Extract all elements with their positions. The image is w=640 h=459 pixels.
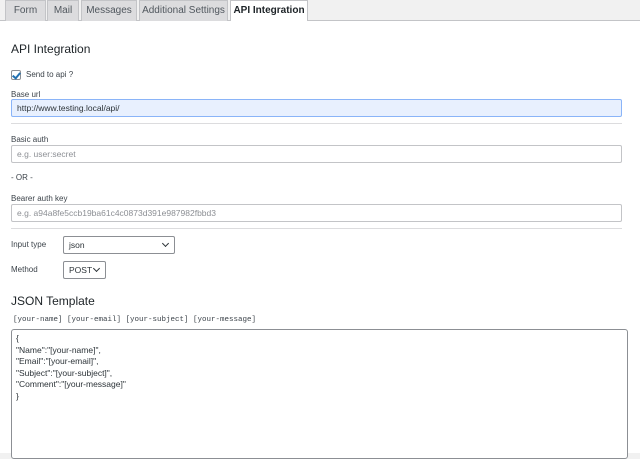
basic-auth-input[interactable] [11,145,622,163]
base-url-label: Base url [11,90,41,99]
json-template-title: JSON Template [11,294,95,308]
tab-api-integration[interactable]: API Integration [230,0,308,22]
send-to-api-checkbox[interactable] [11,70,21,80]
bearer-auth-label: Bearer auth key [11,194,68,203]
send-to-api-label: Send to api ? [26,70,74,79]
section-title: API Integration [11,42,91,56]
code-line: "Name":"[your-name]", [16,344,101,355]
input-type-select[interactable]: json [63,236,175,254]
code-line: "Subject":"[your-subject]", [16,367,113,378]
code-line: { [16,333,19,343]
divider [11,228,622,229]
or-separator: - OR - [11,173,33,182]
tab-mail[interactable]: Mail [47,0,79,21]
chevron-down-icon [161,239,170,248]
code-line: } [16,390,19,401]
input-type-value: json [69,240,85,250]
tab-additional-settings[interactable]: Additional Settings [139,0,228,21]
json-template-textarea[interactable]: { "Name":"[your-name]", "Email":"[your-e… [11,329,628,459]
tab-messages[interactable]: Messages [81,0,137,21]
method-value: POST [69,265,93,275]
bearer-auth-input[interactable] [11,204,622,222]
mail-tags: [your-name] [your-email] [your-subject] … [13,316,257,324]
code-line: "Email":"[your-email]", [16,356,99,367]
tab-bar: Form Mail Messages Additional Settings A… [0,0,640,22]
code-line: "Comment":"[your-message]" [16,379,126,390]
tab-form[interactable]: Form [5,0,46,21]
method-label: Method [11,265,38,274]
base-url-input[interactable] [11,99,622,117]
input-type-label: Input type [11,240,47,249]
settings-panel: API Integration Send to api ? Base url B… [0,21,640,459]
chevron-down-icon [92,264,101,273]
checkmark-icon [12,70,21,80]
basic-auth-label: Basic auth [11,135,49,144]
method-select[interactable]: POST [63,261,106,279]
divider [11,123,622,124]
